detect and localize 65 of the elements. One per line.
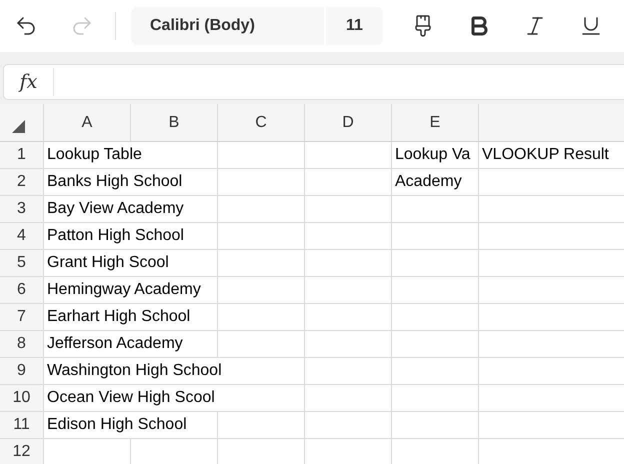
table-cell[interactable]: Edison High School: [44, 412, 218, 439]
column-header[interactable]: A: [44, 104, 131, 141]
table-cell[interactable]: Grant High Scool: [44, 250, 218, 277]
column-header[interactable]: B: [131, 104, 218, 141]
table-cell[interactable]: Lookup Va: [392, 142, 479, 169]
row-header[interactable]: 3: [0, 196, 44, 223]
table-cell[interactable]: [392, 277, 479, 304]
table-cell[interactable]: [305, 169, 392, 196]
table-cell[interactable]: Patton High School: [44, 223, 218, 250]
row-header[interactable]: 4: [0, 223, 44, 250]
table-cell[interactable]: [218, 250, 305, 277]
row-header[interactable]: 8: [0, 331, 44, 358]
table-cell[interactable]: [305, 385, 392, 412]
font-size-dropdown[interactable]: 11: [326, 7, 383, 45]
table-cell[interactable]: [392, 358, 479, 385]
table-cell[interactable]: [218, 304, 305, 331]
column-header[interactable]: C: [218, 104, 305, 141]
row-header[interactable]: 10: [0, 385, 44, 412]
row-header[interactable]: 9: [0, 358, 44, 385]
table-cell[interactable]: VLOOKUP Result: [479, 142, 624, 169]
table-cell[interactable]: Jefferson Academy: [44, 331, 218, 358]
table-cell[interactable]: [305, 277, 392, 304]
row-header[interactable]: 5: [0, 250, 44, 277]
table-cell[interactable]: [305, 250, 392, 277]
table-cell[interactable]: [392, 304, 479, 331]
table-cell[interactable]: [305, 196, 392, 223]
formula-bar[interactable]: fx: [3, 64, 624, 100]
row-header[interactable]: 12: [0, 439, 44, 464]
table-cell[interactable]: Banks High School: [44, 169, 218, 196]
table-cell[interactable]: Hemingway Academy: [44, 277, 218, 304]
table-cell[interactable]: [218, 331, 305, 358]
table-cell[interactable]: [392, 385, 479, 412]
row-header[interactable]: 11: [0, 412, 44, 439]
table-cell[interactable]: [305, 223, 392, 250]
table-cell[interactable]: [392, 196, 479, 223]
table-cell[interactable]: [305, 331, 392, 358]
table-cell[interactable]: [392, 250, 479, 277]
table-cell[interactable]: [305, 358, 392, 385]
row-header[interactable]: 6: [0, 277, 44, 304]
table-cell[interactable]: [305, 142, 392, 169]
table-cell[interactable]: Bay View Academy: [44, 196, 218, 223]
row-header[interactable]: 2: [0, 169, 44, 196]
table-cell[interactable]: [218, 196, 305, 223]
table-cell[interactable]: [218, 277, 305, 304]
table-cell[interactable]: [305, 304, 392, 331]
table-cell[interactable]: [392, 223, 479, 250]
table-cell[interactable]: Earhart High School: [44, 304, 218, 331]
table-cell[interactable]: Lookup Table: [44, 142, 218, 169]
row-header[interactable]: 1: [0, 142, 44, 169]
table-cell[interactable]: [392, 331, 479, 358]
table-cell[interactable]: [392, 412, 479, 439]
select-all-icon[interactable]: [12, 120, 25, 133]
table-cell[interactable]: [218, 412, 305, 439]
row-header[interactable]: 7: [0, 304, 44, 331]
function-label: fx: [4, 68, 54, 96]
table-cell[interactable]: [218, 142, 305, 169]
font-name-dropdown[interactable]: Calibri (Body): [131, 7, 324, 45]
table-cell[interactable]: [218, 223, 305, 250]
table-cell[interactable]: Ocean View High Scool: [44, 385, 305, 412]
table-cell[interactable]: [218, 169, 305, 196]
table-cell[interactable]: Academy: [392, 169, 479, 196]
column-header[interactable]: D: [305, 104, 392, 141]
table-cell[interactable]: Washington High School: [44, 358, 305, 385]
table-cell[interactable]: [305, 412, 392, 439]
column-header[interactable]: E: [392, 104, 479, 141]
